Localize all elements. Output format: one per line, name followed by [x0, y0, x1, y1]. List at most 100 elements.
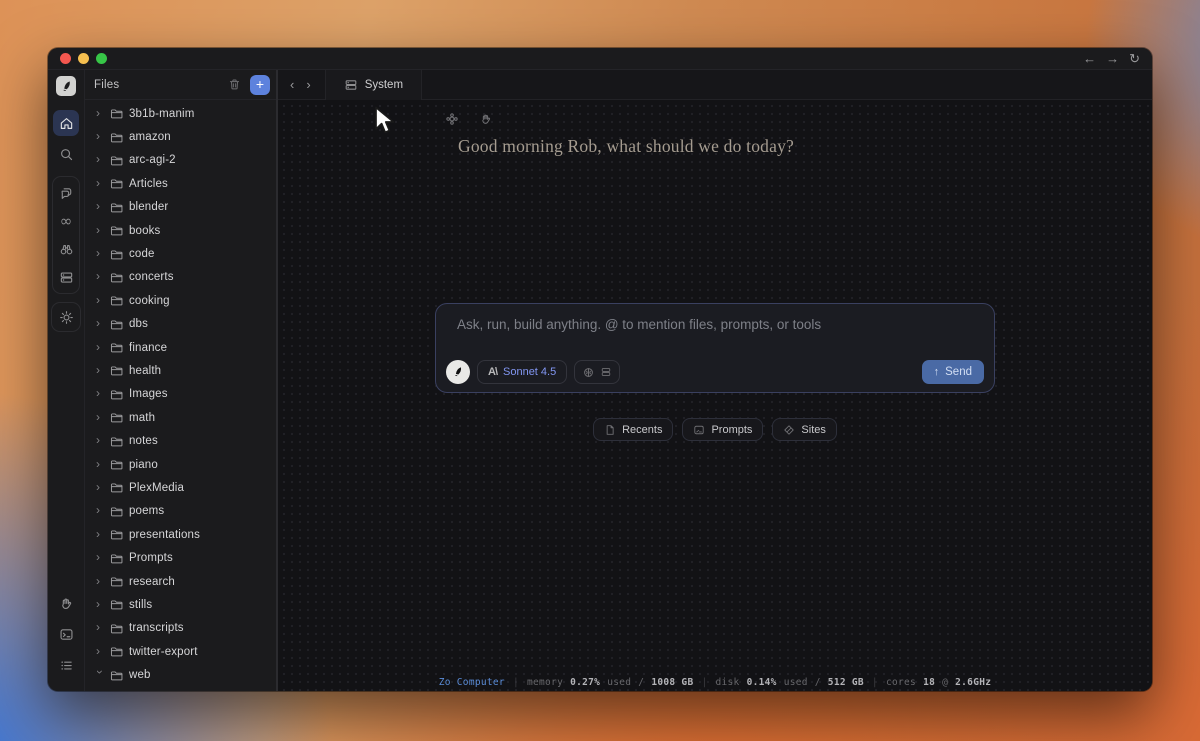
rail-settings-box	[51, 302, 81, 332]
chevron-right-icon[interactable]: ›	[96, 410, 104, 424]
tree-item-folder[interactable]: › dbs	[85, 313, 276, 336]
tree-item-folder[interactable]: › Articles	[85, 172, 276, 195]
tree-item-folder[interactable]: › transcripts	[85, 617, 276, 640]
tree-item-folder[interactable]: › poems	[85, 500, 276, 523]
zo-mark-icon	[452, 366, 464, 378]
status-bar: Zo Computer | memory 0.27% used / 1008 G…	[278, 677, 1152, 688]
chevron-right-icon[interactable]: ›	[96, 574, 104, 588]
chevron-right-icon[interactable]: ›	[96, 386, 104, 400]
tools-selector[interactable]	[574, 360, 620, 384]
tree-item-folder[interactable]: › PlexMedia	[85, 476, 276, 499]
history-forward-icon[interactable]: →	[1106, 52, 1119, 65]
chevron-right-icon[interactable]: ›	[96, 457, 104, 471]
tree-item-folder[interactable]: › Prompts	[85, 546, 276, 569]
home-icon	[59, 116, 74, 131]
folder-name: Prompts	[129, 552, 173, 564]
sidebar-item-tasks[interactable]	[53, 652, 79, 678]
chevron-right-icon[interactable]: ›	[96, 527, 104, 541]
close-window-button[interactable]	[60, 53, 71, 64]
chevron-right-icon[interactable]: ›	[96, 620, 104, 634]
folder-icon	[110, 341, 123, 354]
model-selector[interactable]: A\ Sonnet 4.5	[477, 360, 567, 384]
chevron-right-icon[interactable]: ›	[96, 223, 104, 237]
tree-item-folder[interactable]: › twitter-export	[85, 640, 276, 663]
personalize-button[interactable]	[444, 111, 460, 127]
folder-icon	[110, 154, 123, 167]
zo-app-logo[interactable]	[56, 76, 76, 96]
tree-item-folder[interactable]: › math	[85, 406, 276, 429]
tree-item-folder[interactable]: › blender	[85, 196, 276, 219]
sidebar-item-home[interactable]	[53, 110, 79, 136]
tree-item-folder[interactable]: › cooking	[85, 289, 276, 312]
trash-button[interactable]	[224, 75, 244, 95]
chat-bubbles-icon	[59, 186, 74, 201]
sidebar-item-search[interactable]	[53, 141, 79, 167]
tab-system[interactable]: System	[325, 70, 422, 100]
sidebar-item-feedback[interactable]	[53, 590, 79, 616]
tree-item-folder[interactable]: › code	[85, 242, 276, 265]
chevron-right-icon[interactable]: ›	[96, 597, 104, 611]
tree-item-folder[interactable]: › concerts	[85, 266, 276, 289]
folder-name: dbs	[129, 318, 148, 330]
tree-item-folder[interactable]: › piano	[85, 453, 276, 476]
tree-item-folder[interactable]: › health	[85, 359, 276, 382]
chevron-right-icon[interactable]: ›	[96, 106, 104, 120]
tab-forward-icon[interactable]: ›	[306, 78, 310, 91]
send-button[interactable]: ↑ Send	[922, 360, 984, 384]
chevron-right-icon[interactable]: ›	[96, 644, 104, 658]
folder-icon	[110, 481, 123, 494]
history-back-icon[interactable]: ←	[1083, 52, 1096, 65]
chevron-right-icon[interactable]: ›	[96, 550, 104, 564]
tree-item-folder[interactable]: › stills	[85, 593, 276, 616]
tree-item-folder[interactable]: › notes	[85, 429, 276, 452]
tree-item-folder[interactable]: › web	[85, 663, 276, 686]
composer-input[interactable]	[446, 314, 984, 360]
add-file-button[interactable]: +	[250, 75, 270, 95]
sidebar-item-discover[interactable]	[53, 236, 79, 262]
sidebar-item-settings[interactable]	[53, 304, 79, 330]
chevron-right-icon[interactable]: ›	[96, 129, 104, 143]
tree-item-folder[interactable]: › presentations	[85, 523, 276, 546]
sidebar-item-chats[interactable]	[53, 180, 79, 206]
chevron-right-icon[interactable]: ›	[96, 293, 104, 307]
sites-button[interactable]: Sites	[772, 418, 836, 441]
tree-item-folder[interactable]: › books	[85, 219, 276, 242]
chevron-right-icon[interactable]: ›	[96, 176, 104, 190]
folder-name: books	[129, 225, 160, 237]
sidebar-item-automations[interactable]: ∞	[53, 208, 79, 234]
reload-icon[interactable]: ↻	[1129, 52, 1140, 65]
recents-button[interactable]: Recents	[593, 418, 673, 441]
chevron-right-icon[interactable]: ›	[96, 363, 104, 377]
chevron-right-icon[interactable]: ›	[96, 269, 104, 283]
chevron-right-icon[interactable]: ›	[96, 433, 104, 447]
tree-item-folder[interactable]: › finance	[85, 336, 276, 359]
folder-name: cooking	[129, 295, 170, 307]
folder-icon	[110, 177, 123, 190]
chevron-right-icon[interactable]: ›	[96, 480, 104, 494]
tab-back-icon[interactable]: ‹	[290, 78, 294, 91]
chevron-right-icon[interactable]: ›	[96, 199, 104, 213]
chevron-right-icon[interactable]: ›	[96, 246, 104, 260]
chevron-right-icon[interactable]: ›	[93, 670, 107, 678]
search-icon	[59, 147, 74, 162]
tree-item-folder[interactable]: › research	[85, 570, 276, 593]
chevron-right-icon[interactable]: ›	[96, 152, 104, 166]
tree-item-folder[interactable]: › amazon	[85, 125, 276, 148]
chevron-right-icon[interactable]: ›	[96, 503, 104, 517]
folder-icon	[110, 318, 123, 331]
tree-item-folder[interactable]: › 3b1b-manim	[85, 102, 276, 125]
status-brand[interactable]: Zo Computer	[439, 677, 505, 688]
minimize-window-button[interactable]	[78, 53, 89, 64]
prompts-button[interactable]: Prompts	[682, 418, 763, 441]
sidebar-item-terminal[interactable]	[53, 621, 79, 647]
sidebar-item-system[interactable]	[53, 264, 79, 290]
prompt-window-icon	[693, 424, 705, 436]
chevron-right-icon[interactable]: ›	[96, 316, 104, 330]
chevron-right-icon[interactable]: ›	[96, 340, 104, 354]
zoom-window-button[interactable]	[96, 53, 107, 64]
tree-item-folder[interactable]: › arc-agi-2	[85, 149, 276, 172]
wave-button[interactable]	[478, 111, 494, 127]
folder-icon	[110, 388, 123, 401]
zo-agent-button[interactable]	[446, 360, 470, 384]
tree-item-folder[interactable]: › Images	[85, 383, 276, 406]
